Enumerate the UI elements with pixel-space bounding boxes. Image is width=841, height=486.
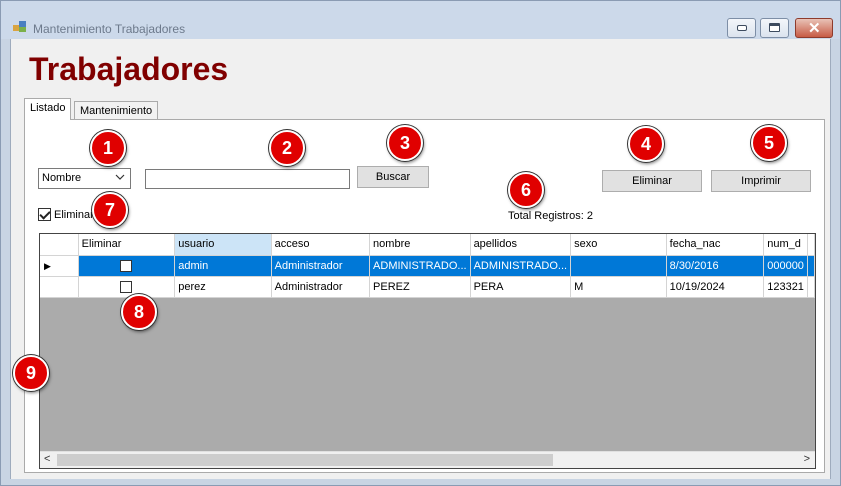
eliminar-button[interactable]: Eliminar — [602, 170, 702, 192]
cell-acceso[interactable]: Administrador — [271, 276, 371, 298]
callout-badge-9: 9 — [13, 355, 49, 391]
row-eliminar-checkbox[interactable] — [120, 259, 133, 272]
column-header-usuario[interactable]: usuario — [174, 234, 272, 256]
column-header-apellidos[interactable]: apellidos — [470, 234, 572, 256]
callout-badge-6: 6 — [508, 172, 544, 208]
search-input[interactable] — [145, 169, 350, 189]
maximize-button[interactable] — [760, 18, 789, 38]
grid-table: Eliminar usuario acceso nombre apellidos… — [40, 234, 815, 298]
client-area: Trabajadores Listado Mantenimiento Nombr… — [10, 39, 831, 479]
scroll-left-icon[interactable]: < — [44, 453, 50, 465]
cell-apellidos[interactable]: PERA — [470, 276, 572, 298]
scrollbar-thumb[interactable] — [57, 454, 553, 466]
callout-badge-4: 4 — [628, 126, 664, 162]
callout-badge-8: 8 — [121, 294, 157, 330]
cell-num-d[interactable]: 123321 — [763, 276, 808, 298]
search-field-value: Nombre — [42, 172, 82, 184]
imprimir-button[interactable]: Imprimir — [711, 170, 811, 192]
callout-badge-2: 2 — [269, 130, 305, 166]
cell-num-d[interactable]: 000000 — [763, 255, 808, 277]
page-title: Trabajadores — [29, 51, 229, 87]
callout-badge-7: 7 — [92, 192, 128, 228]
callout-badge-5: 5 — [751, 125, 787, 161]
row-header[interactable]: ▶ — [40, 255, 79, 277]
cell-usuario[interactable]: admin — [174, 255, 272, 277]
row-eliminar-cell[interactable] — [78, 255, 176, 277]
maximize-icon — [769, 23, 780, 32]
close-icon: ✕ — [808, 20, 821, 37]
column-header-fecha-nac[interactable]: fecha_nac — [666, 234, 765, 256]
row-pointer-icon: ▶ — [44, 260, 51, 271]
row-header[interactable] — [40, 276, 79, 298]
window-title: Mantenimiento Trabajadores — [33, 22, 186, 36]
scroll-right-icon[interactable]: > — [804, 453, 810, 465]
cell-apellidos[interactable]: ADMINISTRADO... — [470, 255, 572, 277]
row-eliminar-checkbox[interactable] — [120, 280, 133, 293]
app-window: Mantenimiento Trabajadores ✕ Trabajadore… — [0, 0, 841, 486]
cell-sexo[interactable]: M — [570, 276, 667, 298]
cell-sexo[interactable] — [570, 255, 667, 277]
cell-nombre[interactable]: PEREZ — [369, 276, 471, 298]
table-row[interactable]: ▶ admin Administrador ADMINISTRADO... AD… — [40, 255, 815, 277]
total-registros: Total Registros: 2 — [508, 210, 593, 222]
eliminar-checkbox[interactable] — [38, 208, 51, 221]
eliminar-checkbox-row[interactable]: Eliminar — [38, 208, 94, 221]
eliminar-checkbox-label: Eliminar — [54, 208, 94, 221]
chevron-down-icon — [115, 171, 125, 186]
callout-badge-3: 3 — [387, 125, 423, 161]
column-header-eliminar[interactable]: Eliminar — [78, 234, 176, 256]
column-header-sexo[interactable]: sexo — [570, 234, 667, 256]
title-bar: Mantenimiento Trabajadores ✕ — [1, 1, 840, 39]
column-header-acceso[interactable]: acceso — [271, 234, 371, 256]
row-eliminar-cell[interactable] — [78, 276, 176, 298]
close-button[interactable]: ✕ — [795, 18, 833, 38]
column-header-nombre[interactable]: nombre — [369, 234, 471, 256]
grid-header-row: Eliminar usuario acceso nombre apellidos… — [40, 234, 815, 256]
tab-mantenimiento[interactable]: Mantenimiento — [74, 101, 159, 121]
app-icon — [13, 21, 26, 32]
tab-listado[interactable]: Listado — [24, 98, 72, 120]
cell-fecha-nac[interactable]: 8/30/2016 — [666, 255, 765, 277]
cell-filler — [807, 255, 815, 277]
cell-usuario[interactable]: perez — [174, 276, 272, 298]
table-row[interactable]: perez Administrador PEREZ PERA M 10/19/2… — [40, 276, 815, 298]
row-header-corner — [40, 234, 79, 256]
minimize-button[interactable] — [727, 18, 756, 38]
data-grid[interactable]: Eliminar usuario acceso nombre apellidos… — [39, 233, 816, 469]
cell-nombre[interactable]: ADMINISTRADO... — [369, 255, 471, 277]
cell-acceso[interactable]: Administrador — [271, 255, 371, 277]
search-field-select[interactable]: Nombre — [38, 168, 131, 189]
column-header-num-d[interactable]: num_d — [763, 234, 808, 256]
minimize-icon — [737, 25, 747, 31]
buscar-button[interactable]: Buscar — [357, 166, 429, 188]
cell-fecha-nac[interactable]: 10/19/2024 — [666, 276, 765, 298]
column-header-filler — [807, 234, 815, 256]
callout-badge-1: 1 — [90, 130, 126, 166]
cell-filler — [807, 276, 815, 298]
horizontal-scrollbar[interactable]: < > — [40, 451, 815, 468]
